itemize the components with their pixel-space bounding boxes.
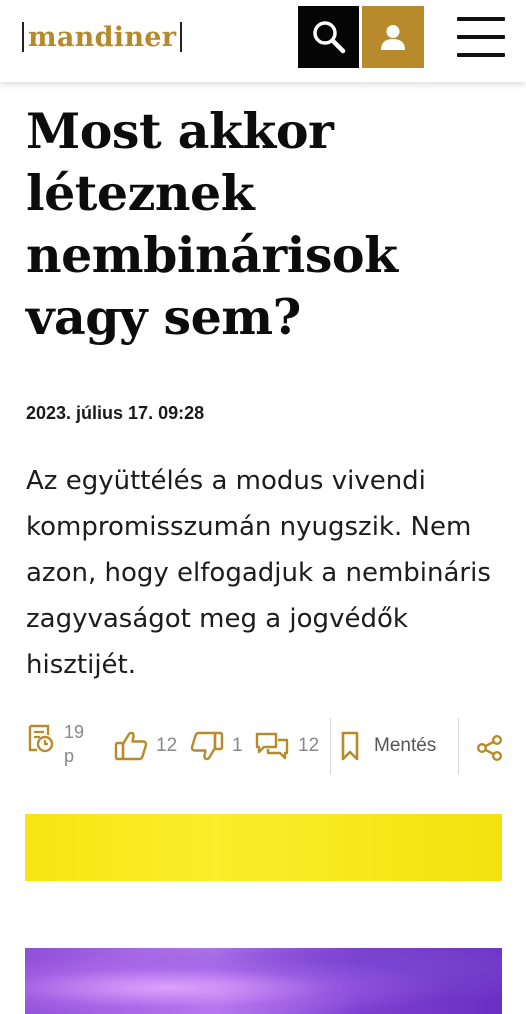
flag-stripe-purple (25, 948, 502, 1014)
article-lead: Az együttélés a modus vivendi kompromiss… (26, 466, 491, 680)
thumbs-up-icon (114, 731, 148, 761)
thumbs-down-icon (190, 731, 224, 761)
search-icon (312, 21, 345, 54)
logo-bar-left (22, 22, 24, 52)
article-banner-image (25, 814, 502, 1014)
profile-button[interactable] (362, 6, 424, 68)
article-date: 2023. július 17. 09:28 (26, 403, 205, 423)
logo-text: mandiner (28, 21, 177, 53)
like-button[interactable]: 12 (114, 730, 177, 762)
action-divider (330, 718, 331, 774)
save-button[interactable]: Mentés (340, 730, 436, 762)
comments-button[interactable]: 12 (254, 730, 319, 762)
search-button[interactable] (298, 6, 359, 68)
share-button[interactable] (476, 734, 504, 762)
user-icon (381, 25, 405, 50)
bookmark-icon (341, 731, 359, 761)
share-icon (477, 735, 503, 762)
flag-stripe-white (25, 881, 502, 948)
action-divider (458, 718, 459, 774)
site-header: mandiner (0, 0, 526, 82)
flag-stripe-yellow (25, 814, 502, 881)
logo-bar-right (180, 22, 183, 52)
save-label: Mentés (374, 735, 437, 756)
dislike-button[interactable]: 1 (190, 730, 243, 762)
article-title: Most akkor léteznek nembinárisok vagy se… (26, 102, 398, 346)
article-action-bar: 19 p 12 1 12 Mentés (24, 718, 504, 776)
reading-time-icon (28, 724, 54, 753)
menu-line (457, 17, 505, 21)
comment-count: 12 (298, 735, 320, 756)
like-count: 12 (156, 735, 178, 756)
comments-icon (255, 732, 289, 760)
read-time: 19 p (24, 722, 84, 766)
hamburger-menu-icon[interactable] (456, 14, 506, 60)
menu-line (457, 35, 505, 39)
dislike-count: 1 (232, 735, 243, 756)
read-time-value: 19 p (64, 722, 85, 766)
site-logo[interactable]: mandiner (18, 20, 186, 54)
menu-line (457, 53, 505, 57)
